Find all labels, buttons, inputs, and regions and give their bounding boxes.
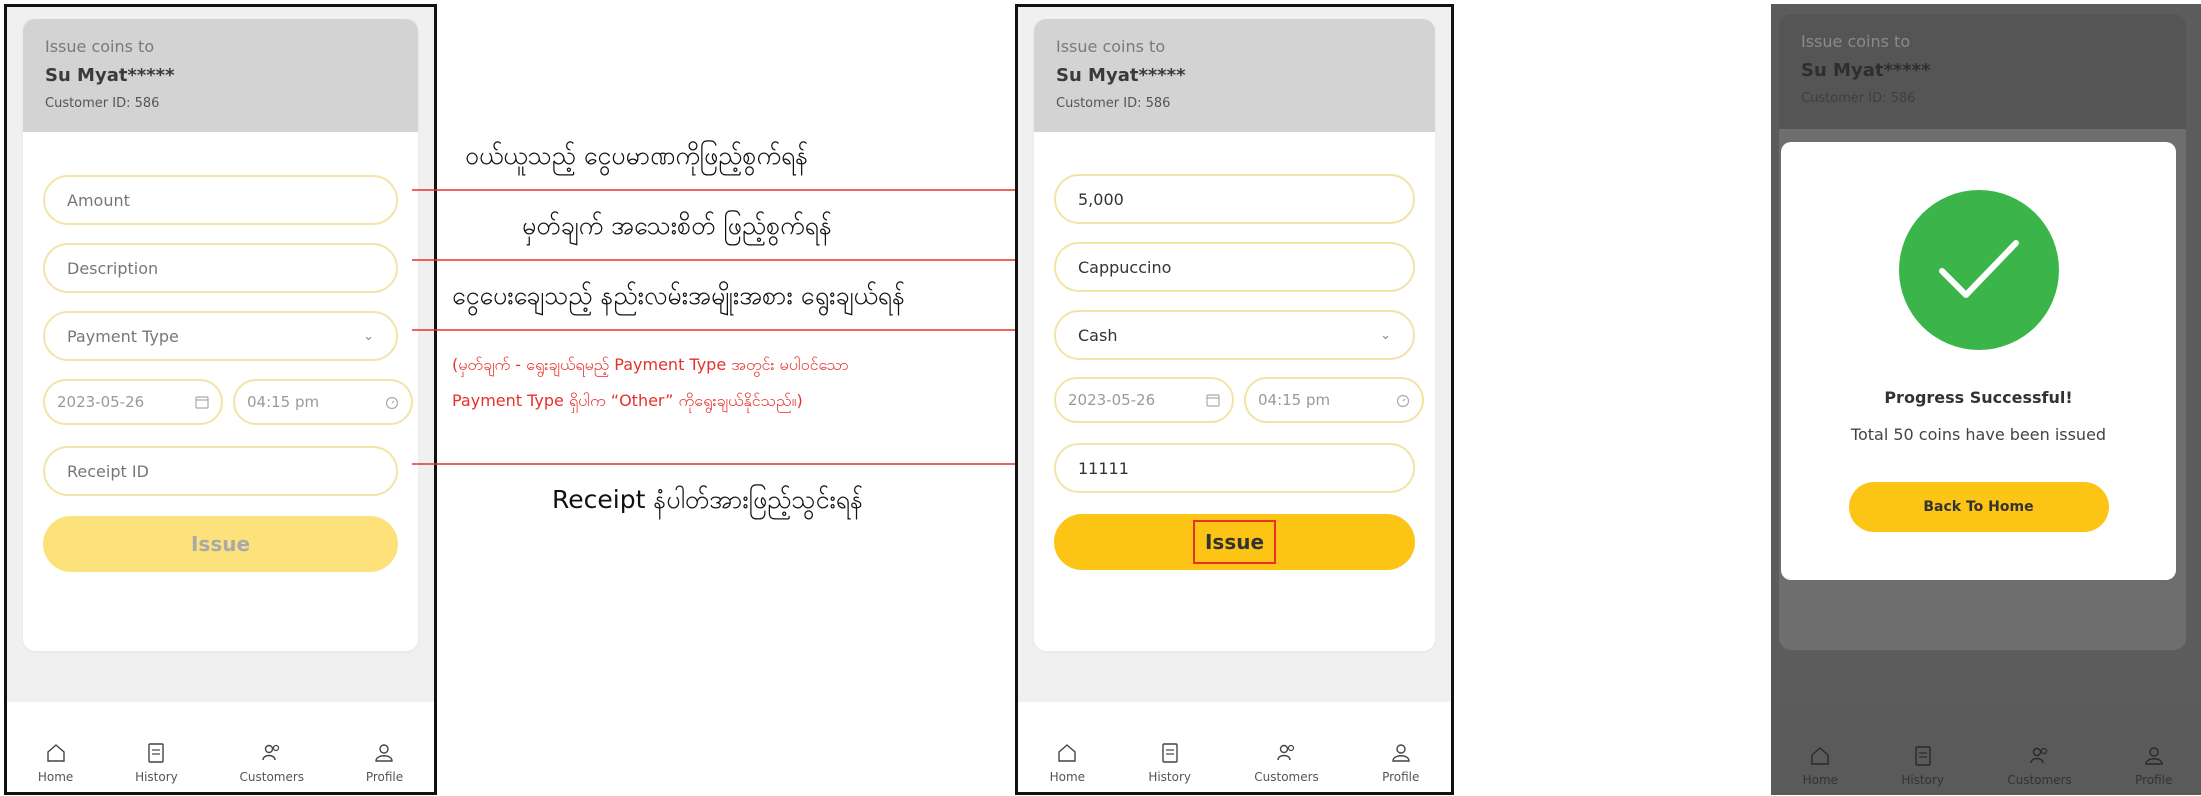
amount-input[interactable]: 5,000 — [1054, 174, 1415, 224]
success-dialog: Progress Successful! Total 50 coins have… — [1781, 142, 2176, 580]
nav-customers[interactable]: Customers — [1254, 742, 1319, 784]
users-icon — [1276, 744, 1294, 761]
phone-screen-filled-form: Issue coins to Su Myat***** Customer ID:… — [1015, 4, 1454, 795]
dialog-title: Progress Successful! — [1884, 388, 2073, 407]
nav-profile[interactable]: Profile — [1382, 742, 1419, 784]
date-picker[interactable]: 2023-05-26 — [1054, 377, 1234, 423]
dialog-message: Total 50 coins have been issued — [1850, 425, 2107, 444]
nav-home[interactable]: Home — [1050, 742, 1085, 784]
issue-label: Issue — [1192, 520, 1277, 564]
checkmark-icon — [1938, 240, 2019, 298]
receipt-annotation: Receipt နံပါတ်အားဖြည့်သွင်းရန် — [552, 485, 864, 514]
home-icon — [1811, 747, 1830, 765]
back-to-home-label: Back To Home — [1923, 499, 2034, 515]
nav-home[interactable]: Home — [1803, 745, 1838, 787]
issue-coins-card: Issue coins to Su Myat***** Customer ID:… — [1034, 19, 1435, 651]
home-icon — [1058, 744, 1077, 762]
header-caption: Issue coins to — [1801, 32, 1911, 51]
nav-profile[interactable]: Profile — [2135, 745, 2172, 787]
nav-customers[interactable]: Customers — [2007, 745, 2072, 787]
customer-name: Su Myat***** — [1056, 65, 1186, 86]
time-value: 04:15 pm — [1258, 391, 1331, 409]
nav-profile-label: Profile — [1382, 770, 1420, 784]
issue-button[interactable]: Issue — [1054, 514, 1415, 570]
calendar-icon — [1206, 394, 1220, 407]
description-value: Cappuccino — [1078, 257, 1172, 277]
date-value: 2023-05-26 — [1068, 391, 1156, 409]
back-to-home-button[interactable]: Back To Home — [1848, 482, 2109, 532]
nav-history[interactable]: History — [1148, 742, 1191, 784]
payment-subnote-line2: Payment Type ရှိပါက “Other” ကိုရွေးချယ်န… — [452, 391, 803, 410]
payment-type-select[interactable]: Cash ⌄ — [1054, 310, 1415, 360]
timer-icon — [1396, 394, 1410, 407]
user-icon — [1392, 744, 1410, 762]
amount-annotation: ဝယ်ယူသည့် ငွေပမာဏကိုဖြည့်စွက်ရန် — [465, 141, 809, 170]
payment-annotation: ငွေပေးချေသည့် နည်းလမ်းအမျိုးအစား ရွေးချယ… — [452, 281, 906, 310]
header-caption: Issue coins to — [1056, 37, 1166, 56]
description-annotation: မှတ်ချက် အသေးစိတ် ဖြည့်စွက်ရန် — [522, 211, 832, 240]
nav-history-label: History — [1148, 770, 1192, 784]
nav-history-label: History — [1901, 773, 1945, 787]
customer-id: Customer ID: 586 — [1056, 96, 1171, 111]
receipt-icon — [1914, 746, 1931, 766]
receipt-id-input[interactable]: 11111 — [1054, 443, 1415, 493]
bottom-nav: Home History Customers Profile — [1018, 702, 1451, 792]
chevron-down-icon: ⌄ — [1380, 327, 1391, 343]
payment-subnote-line1: (မှတ်ချက် - ရွေးချယ်ရမည့် Payment Type အ… — [452, 355, 849, 374]
amount-value: 5,000 — [1078, 189, 1124, 209]
nav-customers-label: Customers — [2007, 773, 2072, 787]
customer-id: Customer ID: 586 — [1801, 91, 1916, 106]
nav-home-label: Home — [1802, 773, 1839, 787]
nav-customers-label: Customers — [1254, 770, 1319, 784]
user-icon — [2145, 747, 2163, 765]
nav-profile-label: Profile — [2135, 773, 2173, 787]
description-input[interactable]: Cappuccino — [1054, 242, 1415, 292]
receipt-icon — [1161, 743, 1178, 763]
time-picker[interactable]: 04:15 pm — [1244, 377, 1424, 423]
success-check-icon — [1898, 190, 2059, 350]
nav-history[interactable]: History — [1901, 745, 1944, 787]
users-icon — [2029, 747, 2047, 764]
phone-screen-success: Issue coins to Su Myat***** Customer ID:… — [1771, 4, 2201, 795]
customer-name: Su Myat***** — [1801, 60, 1931, 81]
receipt-value: 11111 — [1078, 458, 1129, 478]
bottom-nav: Home History Customers Profile — [1771, 705, 2201, 795]
nav-home-label: Home — [1049, 770, 1086, 784]
customer-header: Issue coins to Su Myat***** Customer ID:… — [1034, 19, 1435, 132]
customer-header-dimmed: Issue coins to Su Myat***** Customer ID:… — [1779, 14, 2186, 129]
payment-type-value: Cash — [1078, 325, 1118, 345]
